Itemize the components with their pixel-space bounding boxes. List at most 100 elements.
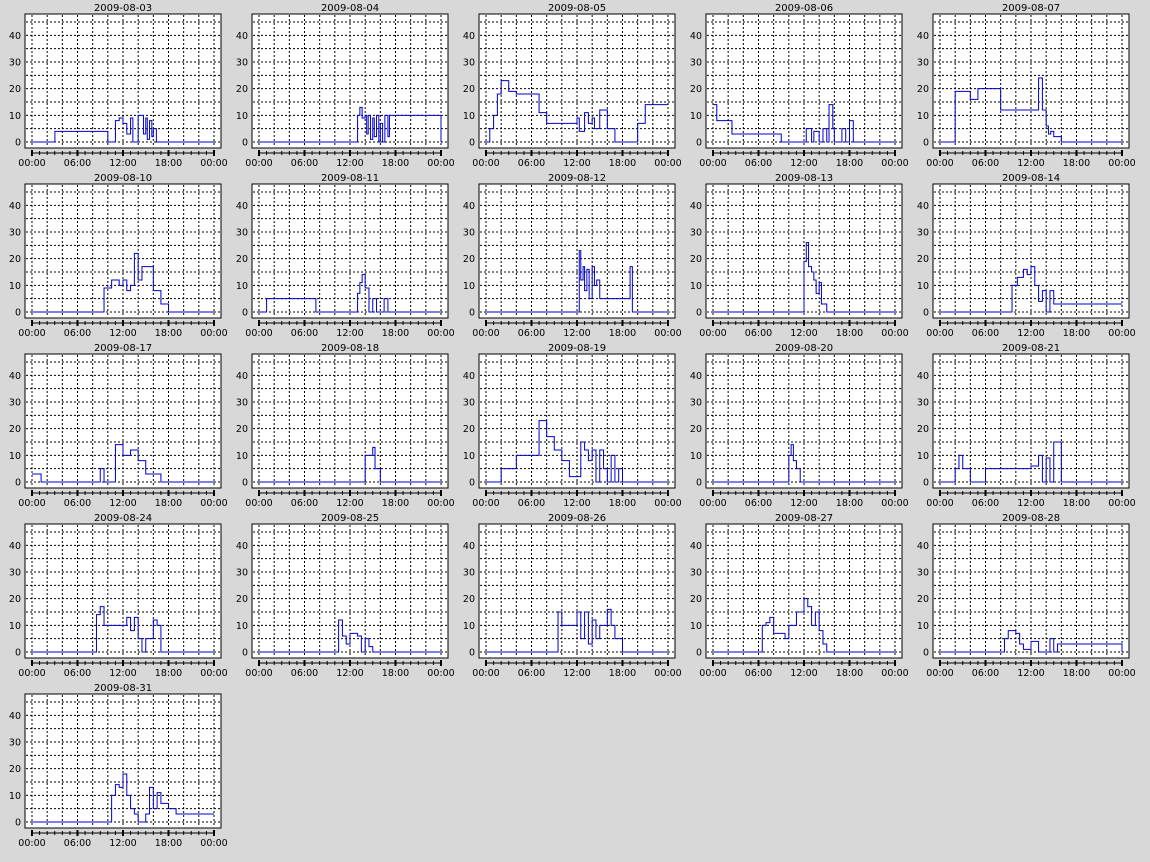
x-tick-label: 06:00 (518, 498, 545, 509)
y-tick-label: 30 (690, 228, 702, 239)
chart-title: 2009-08-04 (321, 3, 379, 14)
chart-title: 2009-08-14 (1002, 173, 1060, 184)
x-tick-label: 06:00 (64, 668, 91, 679)
y-tick-label: 0 (696, 138, 702, 149)
y-tick-label: 30 (236, 398, 248, 409)
x-tick-label: 00:00 (926, 668, 953, 679)
x-tick-label: 06:00 (64, 328, 91, 339)
x-tick-label: 00:00 (472, 668, 499, 679)
chart-title: 2009-08-06 (775, 3, 833, 14)
chart-title: 2009-08-13 (775, 173, 833, 184)
y-tick-label: 20 (690, 254, 702, 265)
y-tick-label: 20 (917, 594, 929, 605)
x-tick-label: 06:00 (972, 328, 999, 339)
y-tick-label: 10 (9, 111, 21, 122)
y-tick-label: 10 (9, 451, 21, 462)
x-tick-label: 06:00 (745, 328, 772, 339)
y-tick-label: 0 (15, 478, 21, 489)
y-tick-label: 20 (690, 594, 702, 605)
x-tick-label: 06:00 (745, 498, 772, 509)
y-tick-label: 30 (9, 738, 21, 749)
chart-panel: 2009-08-31 0 10 20 30 40 00:00 06:00 12:00 18:00 0… (9, 683, 228, 849)
y-tick-label: 10 (236, 451, 248, 462)
x-tick-label: 18:00 (382, 158, 409, 169)
x-tick-label: 06:00 (291, 498, 318, 509)
x-tick-label: 18:00 (609, 498, 636, 509)
x-tick-label: 00:00 (200, 668, 227, 679)
chart-panel: 2009-08-12 0 10 20 30 40 00:00 06:00 12:00 18:00 0… (463, 173, 682, 339)
x-tick-label: 18:00 (382, 668, 409, 679)
x-tick-label: 12:00 (109, 328, 136, 339)
x-tick-label: 18:00 (836, 498, 863, 509)
y-tick-label: 40 (9, 201, 21, 212)
chart-title: 2009-08-12 (548, 173, 606, 184)
x-tick-label: 12:00 (1017, 158, 1044, 169)
x-tick-label: 00:00 (881, 158, 908, 169)
y-tick-label: 10 (690, 451, 702, 462)
x-tick-label: 06:00 (291, 158, 318, 169)
chart-panel: 2009-08-19 0 10 20 30 40 00:00 06:00 12:00 18:00 0… (463, 343, 682, 509)
x-tick-label: 12:00 (336, 328, 363, 339)
x-tick-label: 06:00 (972, 158, 999, 169)
y-tick-label: 40 (690, 31, 702, 42)
chart-title: 2009-08-17 (94, 343, 152, 354)
y-tick-label: 0 (469, 478, 475, 489)
x-tick-label: 00:00 (1108, 498, 1135, 509)
x-tick-label: 18:00 (382, 328, 409, 339)
x-tick-label: 00:00 (427, 328, 454, 339)
x-tick-label: 12:00 (563, 328, 590, 339)
y-tick-label: 0 (242, 138, 248, 149)
chart-panel: 2009-08-13 0 10 20 30 40 00:00 06:00 12:00 18:00 0… (690, 173, 909, 339)
y-tick-label: 20 (236, 254, 248, 265)
x-tick-label: 00:00 (926, 158, 953, 169)
x-tick-label: 00:00 (654, 498, 681, 509)
x-tick-label: 00:00 (472, 158, 499, 169)
y-tick-label: 20 (917, 424, 929, 435)
x-tick-label: 00:00 (245, 158, 272, 169)
chart-panel: 2009-08-10 0 10 20 30 40 00:00 06:00 12:00 18:00 0… (9, 173, 228, 339)
y-tick-label: 30 (9, 228, 21, 239)
x-tick-label: 00:00 (699, 158, 726, 169)
x-tick-label: 00:00 (654, 328, 681, 339)
x-tick-label: 06:00 (972, 498, 999, 509)
y-tick-label: 40 (236, 31, 248, 42)
y-tick-label: 20 (463, 254, 475, 265)
chart-panel: 2009-08-07 0 10 20 30 40 00:00 06:00 12:00 18:00 0… (917, 3, 1136, 169)
x-tick-label: 00:00 (18, 158, 45, 169)
y-tick-label: 10 (690, 111, 702, 122)
x-tick-label: 00:00 (427, 158, 454, 169)
x-tick-label: 18:00 (609, 668, 636, 679)
chart-panel: 2009-08-11 0 10 20 30 40 00:00 06:00 12:00 18:00 0… (236, 173, 455, 339)
y-tick-label: 20 (9, 84, 21, 95)
y-tick-label: 0 (923, 478, 929, 489)
x-tick-label: 00:00 (245, 668, 272, 679)
y-tick-label: 30 (9, 398, 21, 409)
chart-grid: 2009-08-03 0 10 20 30 40 00:00 06:00 12:00 18:00 0… (0, 0, 1150, 862)
x-tick-label: 00:00 (200, 158, 227, 169)
x-tick-label: 00:00 (472, 328, 499, 339)
y-tick-label: 40 (9, 371, 21, 382)
x-tick-label: 18:00 (155, 838, 182, 849)
chart-title: 2009-08-28 (1002, 513, 1060, 524)
x-tick-label: 12:00 (109, 668, 136, 679)
y-tick-label: 0 (242, 308, 248, 319)
x-tick-label: 00:00 (881, 328, 908, 339)
x-tick-label: 12:00 (109, 158, 136, 169)
chart-title: 2009-08-21 (1002, 343, 1060, 354)
chart-panel: 2009-08-17 0 10 20 30 40 00:00 06:00 12:00 18:00 0… (9, 343, 228, 509)
y-tick-label: 40 (690, 371, 702, 382)
x-tick-label: 12:00 (109, 838, 136, 849)
y-tick-label: 10 (463, 111, 475, 122)
y-tick-label: 0 (696, 308, 702, 319)
y-tick-label: 30 (463, 58, 475, 69)
y-tick-label: 40 (236, 371, 248, 382)
x-tick-label: 06:00 (291, 328, 318, 339)
x-tick-label: 18:00 (155, 158, 182, 169)
y-tick-label: 30 (917, 228, 929, 239)
y-tick-label: 20 (917, 254, 929, 265)
x-tick-label: 18:00 (836, 328, 863, 339)
y-tick-label: 0 (923, 138, 929, 149)
y-tick-label: 0 (242, 648, 248, 659)
chart-panel: 2009-08-26 0 10 20 30 40 00:00 06:00 12:00 18:00 0… (463, 513, 682, 679)
x-tick-label: 00:00 (427, 498, 454, 509)
